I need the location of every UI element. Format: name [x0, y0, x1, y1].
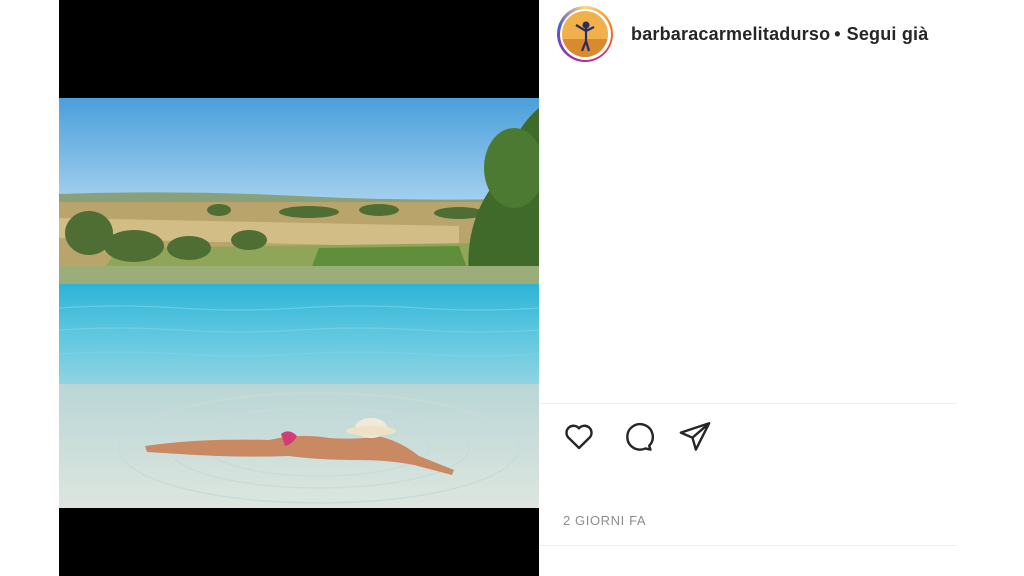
comments-divider — [539, 545, 957, 546]
share-icon — [679, 422, 711, 451]
post-actions — [561, 418, 713, 454]
post-timestamp[interactable]: 2 GIORNI FA — [563, 513, 646, 528]
follow-status-button[interactable]: Segui già — [847, 24, 929, 45]
like-button[interactable] — [561, 418, 597, 454]
user-line: barbaracarmelitadurso • Segui già — [631, 24, 928, 45]
comment-button[interactable] — [619, 418, 655, 454]
post-header: barbaracarmelitadurso • Segui già — [557, 6, 928, 62]
post-sidebar: barbaracarmelitadurso • Segui già 2 GIOR… — [539, 0, 957, 576]
post-photo[interactable] — [59, 98, 539, 508]
avatar-story-ring[interactable] — [557, 6, 613, 62]
avatar[interactable] — [562, 11, 608, 57]
post-media-panel — [59, 0, 539, 576]
username-link[interactable]: barbaracarmelitadurso — [631, 24, 830, 45]
heart-icon — [565, 424, 593, 450]
comment-icon — [626, 422, 654, 451]
separator-dot: • — [834, 23, 841, 44]
actions-top-divider — [539, 403, 957, 404]
share-button[interactable] — [677, 418, 713, 454]
